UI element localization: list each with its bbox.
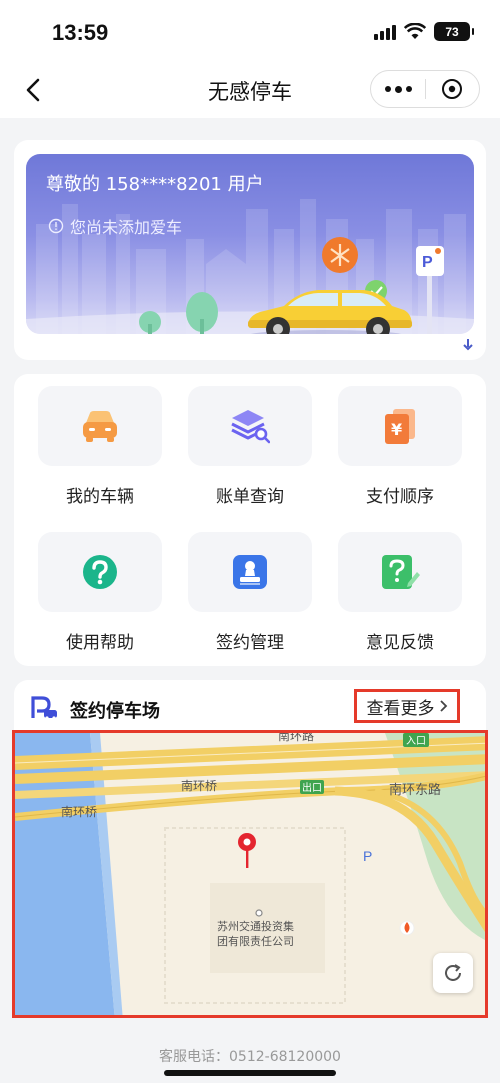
grid-icon-box	[188, 532, 312, 612]
add-car-notice[interactable]: 您尚未添加爱车	[48, 214, 182, 238]
wifi-icon	[404, 23, 426, 39]
map-label-road-top: 南环路	[278, 730, 315, 743]
grid-item-feedback[interactable]: 意见反馈	[338, 532, 462, 653]
chevron-right-icon	[439, 700, 447, 712]
parking-lot-icon	[31, 696, 57, 720]
svg-text:P: P	[363, 848, 372, 864]
feedback-icon	[382, 555, 420, 589]
grid-label: 支付顺序	[366, 487, 434, 507]
close-circle-icon	[442, 79, 463, 99]
svg-text:出口: 出口	[302, 781, 322, 794]
view-more-label: 查看更多	[366, 698, 435, 719]
mini-program-capsule	[370, 70, 480, 108]
feature-grid: 我的车辆 账单查询 ¥ 支付顺序 使用帮助 签约管理 意见反馈	[14, 374, 486, 666]
bill-search-icon	[231, 410, 270, 444]
grid-icon-box	[38, 532, 162, 612]
close-button[interactable]	[426, 70, 479, 108]
grid-item-payment-order[interactable]: ¥ 支付顺序	[338, 386, 462, 507]
grid-label: 使用帮助	[66, 633, 134, 653]
welcome-banner[interactable]: P 尊敬的 158****8201 用户 您尚未添加爱车	[26, 154, 474, 334]
info-icon	[48, 218, 64, 234]
add-car-notice-text: 您尚未添加爱车	[70, 218, 183, 237]
banner-card: P 尊敬的 158****8201 用户 您尚未添加爱车	[14, 140, 486, 360]
grid-label: 账单查询	[216, 487, 284, 507]
home-indicator	[164, 1070, 336, 1076]
status-time: 13:59	[52, 20, 109, 45]
nav-bar: 无感停车	[0, 62, 500, 118]
customer-service-phone[interactable]: 客服电话：0512-68120000	[0, 1046, 500, 1066]
map-label-bridge-left: 南环桥	[61, 805, 98, 819]
map-label-company-2: 团有限责任公司	[217, 935, 294, 948]
refresh-icon	[445, 964, 461, 981]
contract-icon	[233, 555, 267, 589]
signal-icon	[374, 24, 396, 40]
grid-item-contract-management[interactable]: 签约管理	[188, 532, 312, 653]
more-button[interactable]	[371, 70, 425, 108]
battery-indicator: 73	[434, 22, 474, 41]
map-label-bridge: 南环桥	[181, 779, 218, 793]
grid-icon-box: ¥	[338, 386, 462, 466]
grid-icon-box	[188, 386, 312, 466]
grid-label: 我的车辆	[66, 487, 134, 507]
grid-icon-box	[338, 532, 462, 612]
grid-label: 意见反馈	[366, 633, 434, 653]
parking-header: 签约停车场 查看更多	[14, 680, 486, 734]
view-more-button[interactable]: 查看更多	[354, 689, 460, 723]
grid-item-my-vehicles[interactable]: 我的车辆	[38, 386, 162, 507]
help-icon	[83, 555, 117, 589]
map-label-company-1: 苏州交通投资集	[217, 920, 294, 933]
user-greeting: 尊敬的 158****8201 用户	[46, 174, 264, 195]
car-icon	[83, 411, 117, 442]
status-bar: 13:59 73	[0, 0, 500, 62]
map-refresh-button[interactable]	[433, 953, 473, 993]
grid-item-help[interactable]: 使用帮助	[38, 532, 162, 653]
map-canvas: 入口 出口 P	[15, 733, 485, 1015]
parking-section-title: 签约停车场	[70, 701, 160, 722]
grid-item-bill-query[interactable]: 账单查询	[188, 386, 312, 507]
banner-indicator-icon	[463, 339, 473, 351]
grid-icon-box	[38, 386, 162, 466]
payment-order-icon: ¥	[385, 409, 415, 444]
grid-label: 签约管理	[216, 633, 284, 653]
svg-text:入口: 入口	[406, 736, 426, 747]
status-icons: 73	[374, 22, 474, 41]
parking-map[interactable]: 入口 出口 P 南环桥 南环桥 南环路 南环东路 苏州交通投资集 团有限责任公司	[12, 730, 488, 1018]
svg-text:P: P	[422, 254, 433, 271]
signed-parking-card: 签约停车场 查看更多 入口 出口 P 南环桥 南环桥 南环路 南环东路 苏州交通…	[12, 680, 488, 1018]
svg-text:¥: ¥	[391, 420, 402, 439]
map-label-east-road: 南环东路	[389, 783, 442, 798]
